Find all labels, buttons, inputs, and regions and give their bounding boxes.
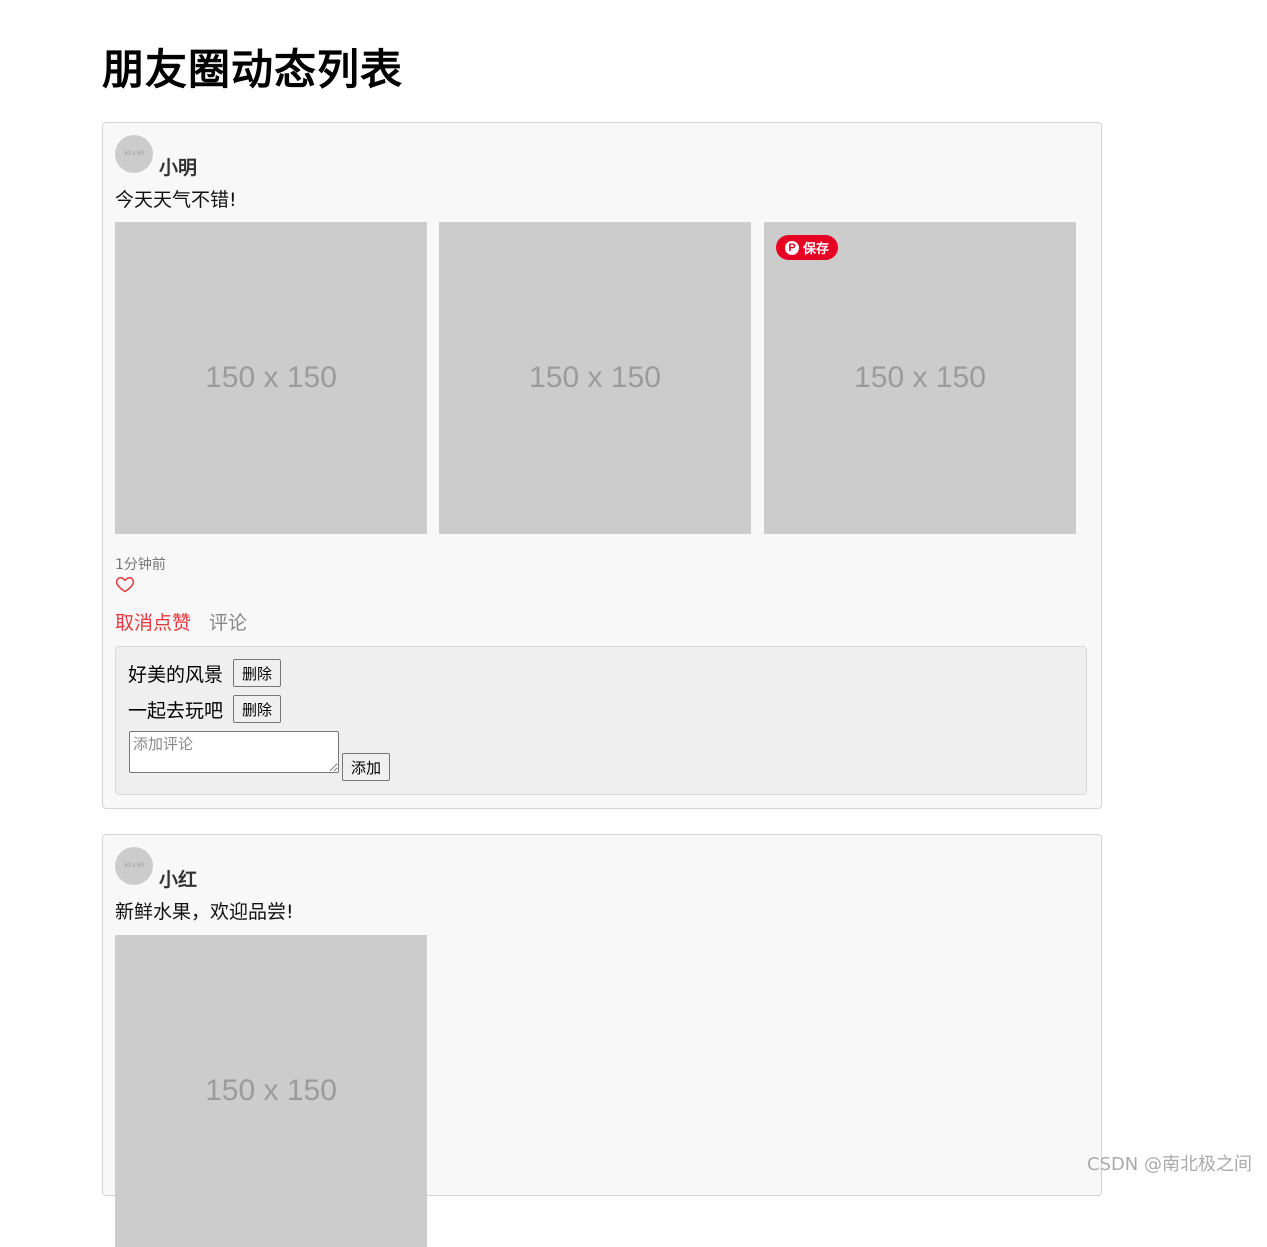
post-image[interactable]: 150 x 150 — [439, 222, 751, 534]
comment-text: 好美的风景 — [128, 663, 224, 686]
post-timestamp: 1分钟前 — [115, 557, 166, 573]
comment-item: 好美的风景 删除 — [128, 659, 282, 687]
post-image[interactable]: 150 x 150 — [115, 935, 427, 1247]
post-username[interactable]: 小红 — [159, 865, 197, 892]
comments-panel: 好美的风景 删除 一起去玩吧 删除 添加 — [115, 646, 1087, 795]
comment-item: 一起去玩吧 删除 — [128, 695, 282, 723]
image-placeholder-label: 150 x 150 — [205, 1074, 337, 1107]
pinterest-icon: P — [784, 240, 799, 255]
post-card: 50 x 50 小红 新鲜水果，欢迎品尝! 150 x 150 — [102, 834, 1102, 1247]
add-comment-button[interactable]: 添加 — [342, 753, 391, 781]
unlike-link[interactable]: 取消点赞 — [115, 608, 191, 635]
comment-link[interactable]: 评论 — [209, 608, 247, 635]
save-badge-label: 保存 — [802, 241, 829, 256]
avatar[interactable]: 50 x 50 — [115, 135, 153, 173]
post-content: 新鲜水果，欢迎品尝! — [115, 901, 294, 923]
comment-input[interactable] — [129, 731, 339, 773]
heart-outline-icon[interactable] — [115, 574, 135, 594]
image-placeholder-label: 150 x 150 — [205, 361, 337, 394]
image-placeholder-label: 150 x 150 — [529, 361, 661, 394]
watermark: CSDN @南北极之间 — [1086, 1154, 1252, 1175]
post-content: 今天天气不错! — [115, 189, 237, 211]
page-title: 朋友圈动态列表 — [102, 45, 404, 94]
post-image[interactable]: 150 x 150 — [115, 222, 427, 534]
comment-text: 一起去玩吧 — [128, 699, 224, 722]
post-actions: 取消点赞 评论 — [115, 608, 247, 635]
delete-comment-button[interactable]: 删除 — [233, 659, 282, 687]
image-placeholder-label: 150 x 150 — [854, 361, 986, 394]
avatar[interactable]: 50 x 50 — [115, 847, 153, 885]
post-card: 50 x 50 小明 今天天气不错! 150 x 150 150 x 150 P… — [102, 122, 1102, 809]
pinterest-save-button[interactable]: P 保存 — [776, 235, 838, 260]
delete-comment-button[interactable]: 删除 — [233, 695, 282, 723]
post-image[interactable]: P 保存 150 x 150 — [764, 222, 1076, 534]
post-username[interactable]: 小明 — [159, 153, 197, 180]
